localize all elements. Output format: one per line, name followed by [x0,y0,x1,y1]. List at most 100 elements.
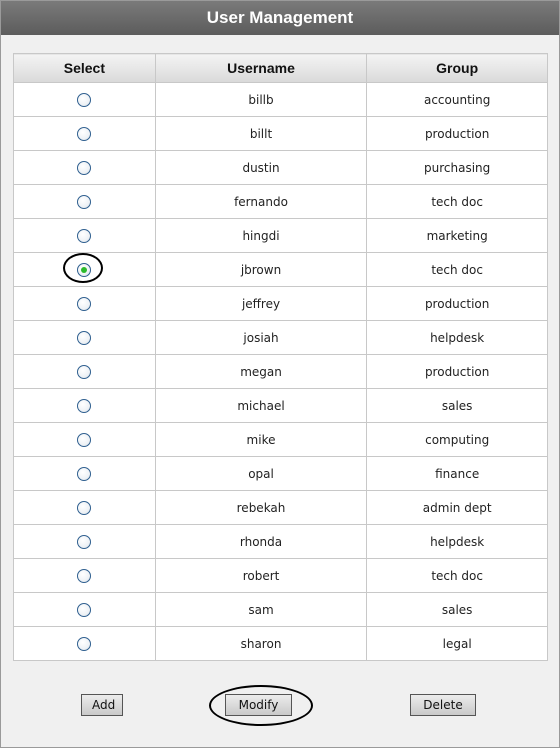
select-radio[interactable] [77,398,92,413]
table-row[interactable]: rhonda helpdesk [13,524,548,559]
table-row[interactable]: rebekah admin dept [13,490,548,525]
username-cell: dustin [154,150,368,185]
select-radio[interactable] [77,568,92,583]
group-cell: production [366,354,548,389]
table-row[interactable]: robert tech doc [13,558,548,593]
radio-wrapper [77,636,92,651]
username-cell: jbrown [154,252,368,287]
radio-wrapper [77,194,92,209]
table-row[interactable]: billt production [13,116,548,151]
radio-wrapper [77,126,92,141]
group-cell: production [366,286,548,321]
select-radio[interactable] [77,534,92,549]
table-body: billb accounting billt production dustin purc… [13,82,548,661]
user-management-panel: User Management Select Username Group bi… [0,0,560,748]
select-cell [13,116,156,151]
select-radio[interactable] [77,500,92,515]
table-row[interactable]: jeffrey production [13,286,548,321]
select-cell [13,490,156,525]
radio-selected-dot [81,266,88,273]
group-cell: sales [366,388,548,423]
select-cell [13,592,156,627]
group-cell: helpdesk [366,524,548,559]
table-row[interactable]: michael sales [13,388,548,423]
column-header-group: Group [366,53,548,83]
group-cell: legal [366,626,548,661]
delete-button[interactable]: Delete [410,694,476,716]
radio-wrapper [77,330,92,345]
group-cell: admin dept [366,490,548,525]
select-cell [13,524,156,559]
username-cell: josiah [154,320,368,355]
radio-wrapper [77,92,92,107]
select-radio[interactable] [77,160,92,175]
radio-wrapper [77,568,92,583]
table-row[interactable]: hingdi marketing [13,218,548,253]
username-cell: jeffrey [154,286,368,321]
select-cell [13,558,156,593]
table-row[interactable]: josiah helpdesk [13,320,548,355]
username-cell: hingdi [154,218,368,253]
select-radio[interactable] [77,194,92,209]
username-cell: sam [154,592,368,627]
group-cell: computing [366,422,548,457]
select-radio[interactable] [77,92,92,107]
username-cell: billt [154,116,368,151]
username-cell: megan [154,354,368,389]
select-cell [13,82,156,117]
group-cell: production [366,116,548,151]
select-cell [13,354,156,389]
select-radio[interactable] [77,636,92,651]
add-button[interactable]: Add [81,694,123,716]
table-row[interactable]: fernando tech doc [13,184,548,219]
username-cell: opal [154,456,368,491]
select-radio[interactable] [77,262,92,277]
table-row[interactable]: mike computing [13,422,548,457]
table-row[interactable]: sharon legal [13,626,548,661]
button-bar: Add Modify Delete [13,684,548,726]
radio-wrapper [77,398,92,413]
select-radio[interactable] [77,432,92,447]
username-cell: sharon [154,626,368,661]
username-cell: billb [154,82,368,117]
table-row[interactable]: dustin purchasing [13,150,548,185]
select-radio[interactable] [77,466,92,481]
radio-wrapper [63,252,104,283]
select-cell [13,626,156,661]
select-cell [13,184,156,219]
group-cell: tech doc [366,184,548,219]
username-cell: rebekah [154,490,368,525]
users-table: Select Username Group billb accounting bil… [13,53,548,661]
select-radio[interactable] [77,228,92,243]
radio-wrapper [77,228,92,243]
group-cell: accounting [366,82,548,117]
select-cell [13,388,156,423]
select-radio[interactable] [77,602,92,617]
select-radio[interactable] [77,330,92,345]
username-cell: mike [154,422,368,457]
table-row[interactable]: sam sales [13,592,548,627]
username-cell: fernando [154,184,368,219]
select-radio[interactable] [77,364,92,379]
group-cell: tech doc [366,252,548,287]
table-row[interactable]: megan production [13,354,548,389]
table-row[interactable]: billb accounting [13,82,548,117]
radio-wrapper [77,364,92,379]
modify-button[interactable]: Modify [225,694,292,716]
table-row[interactable]: opal finance [13,456,548,491]
radio-wrapper [77,160,92,175]
table-header-row: Select Username Group [13,53,548,83]
radio-wrapper [77,534,92,549]
radio-wrapper [77,500,92,515]
table-row[interactable]: jbrown tech doc [13,252,548,287]
select-radio[interactable] [77,296,92,311]
username-cell: robert [154,558,368,593]
radio-wrapper [77,602,92,617]
select-cell [13,218,156,253]
group-cell: marketing [366,218,548,253]
username-cell: michael [154,388,368,423]
panel-title: User Management [1,1,559,35]
group-cell: sales [366,592,548,627]
select-radio[interactable] [77,126,92,141]
select-cell [13,150,156,185]
